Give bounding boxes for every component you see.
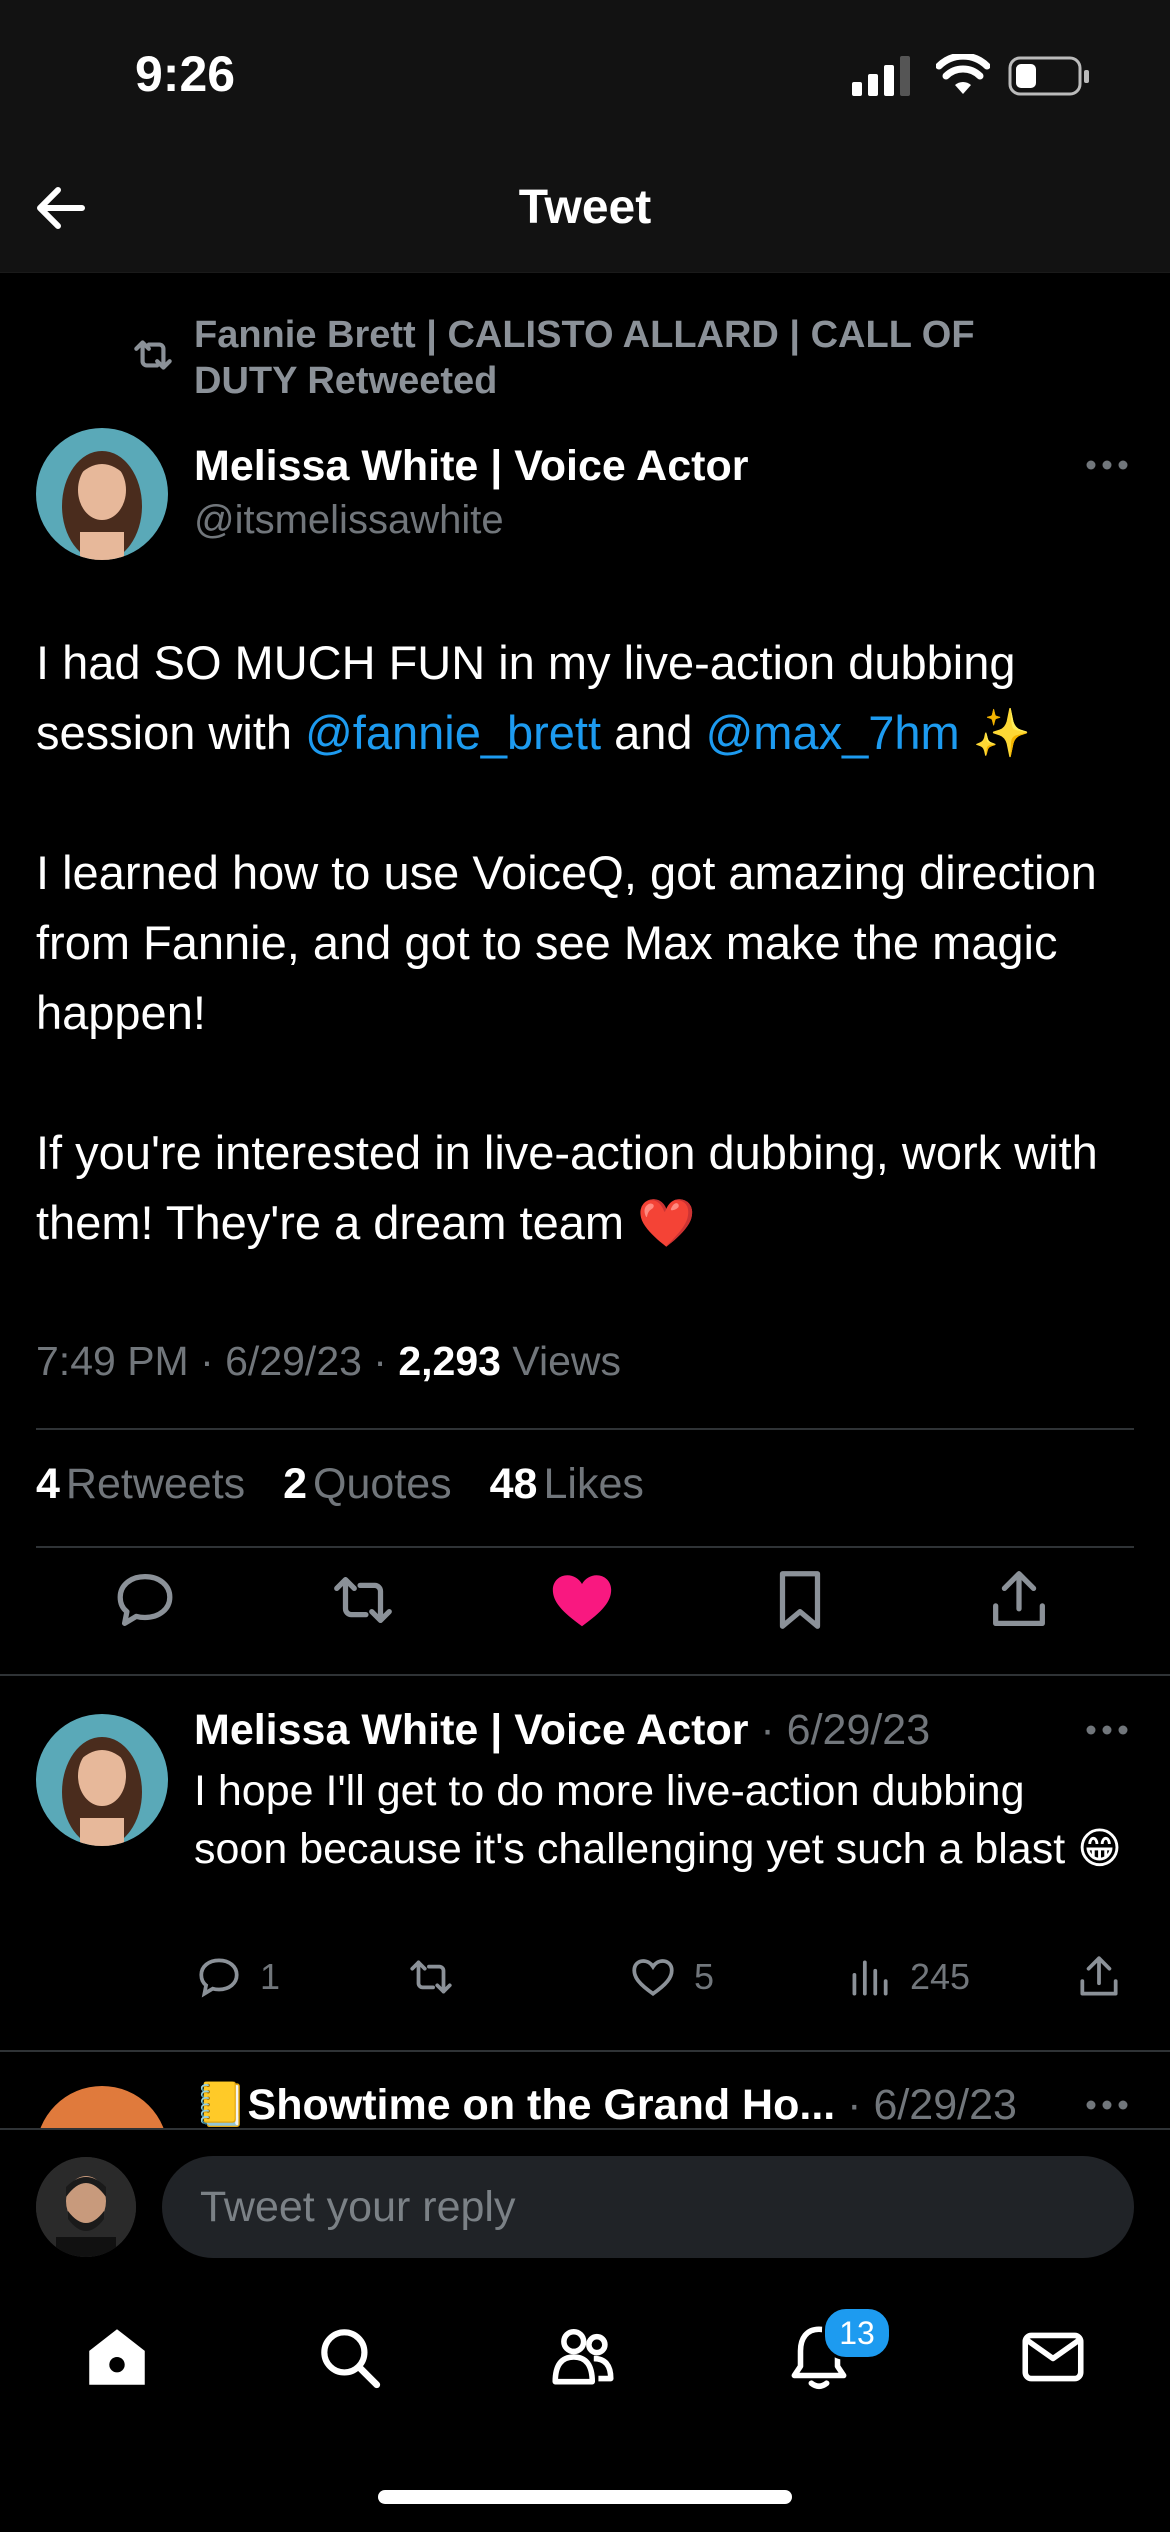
reply-like-count: 5 — [694, 1956, 715, 1997]
reply-header: Melissa White | Voice Actor · 6/29/23 — [194, 1706, 930, 1755]
reply-share-button[interactable] — [1074, 1952, 1124, 2002]
more-icon[interactable] — [1082, 450, 1132, 480]
home-indicator — [378, 2490, 792, 2504]
retweets-stat[interactable]: 4 Retweets — [36, 1460, 245, 1508]
likes-stat[interactable]: 48 Likes — [490, 1460, 644, 1508]
communities-icon[interactable] — [546, 2320, 620, 2394]
next-reply-author-name[interactable]: 📒Showtime on the Grand Ho... — [194, 2081, 835, 2129]
reply-icon — [199, 1958, 239, 1998]
reply-author-name[interactable]: Melissa White | Voice Actor — [194, 1706, 748, 1754]
reply-comment-button[interactable]: 1 — [194, 1952, 280, 2002]
reply-actions: 1 5 245 — [194, 1952, 1134, 2012]
tweet-timestamp: 7:49 PM · 6/29/23 · — [36, 1338, 399, 1384]
more-icon[interactable] — [1082, 2090, 1132, 2120]
avatar-image — [36, 428, 168, 560]
reply-like-button[interactable]: 5 — [628, 1952, 714, 2002]
views-chart-icon — [852, 1960, 888, 1996]
reply-date[interactable]: · 6/29/23 — [748, 1706, 930, 1754]
page-title: Tweet — [518, 181, 652, 234]
divider — [0, 2050, 1170, 2052]
next-reply-header: 📒Showtime on the Grand Ho... · 6/29/23 — [194, 2080, 1017, 2130]
retweet-icon[interactable] — [328, 1565, 398, 1635]
messages-icon[interactable] — [1016, 2320, 1090, 2394]
tweet-meta: 7:49 PM · 6/29/23 · 2,293 Views — [36, 1338, 621, 1385]
next-reply-date[interactable]: · 6/29/23 — [835, 2081, 1017, 2129]
engagement-stats: 4 Retweets 2 Quotes 48 Likes — [36, 1460, 644, 1509]
retweet-icon — [134, 340, 172, 370]
share-icon[interactable] — [984, 1565, 1054, 1635]
avatar-image — [36, 2157, 136, 2257]
reply-views-count: 245 — [910, 1956, 971, 1997]
reply-avatar[interactable] — [36, 1714, 168, 1846]
divider — [36, 1428, 1134, 1430]
signal-icon — [852, 56, 910, 96]
notifications-badge: 13 — [822, 2306, 892, 2360]
more-icon[interactable] — [1082, 1715, 1132, 1745]
reply-input[interactable] — [162, 2156, 1134, 2258]
avatar-image — [36, 1714, 168, 1846]
retweeted-by[interactable]: Fannie Brett | CALISTO ALLARD | CALL OF … — [194, 312, 1014, 404]
retweet-icon — [410, 1960, 452, 1994]
heart-filled-icon[interactable] — [547, 1565, 617, 1635]
reply-text: I hope I'll get to do more live-action d… — [194, 1767, 1122, 1873]
reply-icon[interactable] — [110, 1565, 180, 1635]
retweets-count: 4 — [36, 1460, 60, 1508]
tweet-actions — [0, 1565, 1170, 1665]
divider — [36, 1546, 1134, 1548]
author-name[interactable]: Melissa White | Voice Actor — [194, 442, 748, 491]
heart-icon — [632, 1959, 674, 1996]
search-icon[interactable] — [312, 2320, 386, 2394]
battery-icon — [1008, 56, 1089, 96]
retweets-label: Retweets — [65, 1460, 246, 1508]
likes-count: 48 — [489, 1460, 538, 1508]
likes-label: Likes — [543, 1460, 644, 1508]
tweet-text-segment: and — [601, 706, 706, 759]
tweet-paragraph: If you're interested in live-action dubb… — [36, 1126, 1098, 1249]
tweet-paragraph: I learned how to use VoiceQ, got amazing… — [36, 846, 1097, 1039]
quotes-count: 2 — [283, 1460, 308, 1508]
tweet-text: I had SO MUCH FUN in my live-action dubb… — [36, 628, 1136, 1328]
home-icon[interactable] — [80, 2320, 154, 2394]
quotes-stat[interactable]: 2 Quotes — [283, 1460, 452, 1508]
views-count: 2,293 — [398, 1338, 501, 1384]
quotes-label: Quotes — [313, 1460, 452, 1508]
mention-link[interactable]: @max_7hm — [706, 706, 960, 759]
reply-views-button[interactable]: 245 — [844, 1952, 970, 2002]
mention-link[interactable]: @fannie_brett — [305, 706, 601, 759]
share-icon — [1080, 1956, 1118, 1996]
wifi-icon — [936, 54, 990, 94]
status-time: 9:26 — [135, 46, 236, 102]
author-handle[interactable]: @itsmelissawhite — [194, 498, 504, 543]
my-avatar[interactable] — [36, 2157, 136, 2257]
reply-count: 1 — [260, 1956, 281, 1997]
views-label: Views — [500, 1338, 621, 1384]
divider — [0, 1674, 1170, 1676]
reply-retweet-button[interactable] — [406, 1952, 456, 2002]
bookmark-icon[interactable] — [765, 1565, 835, 1635]
avatar[interactable] — [36, 428, 168, 560]
sparkles-emoji: ✨ — [959, 706, 1032, 759]
